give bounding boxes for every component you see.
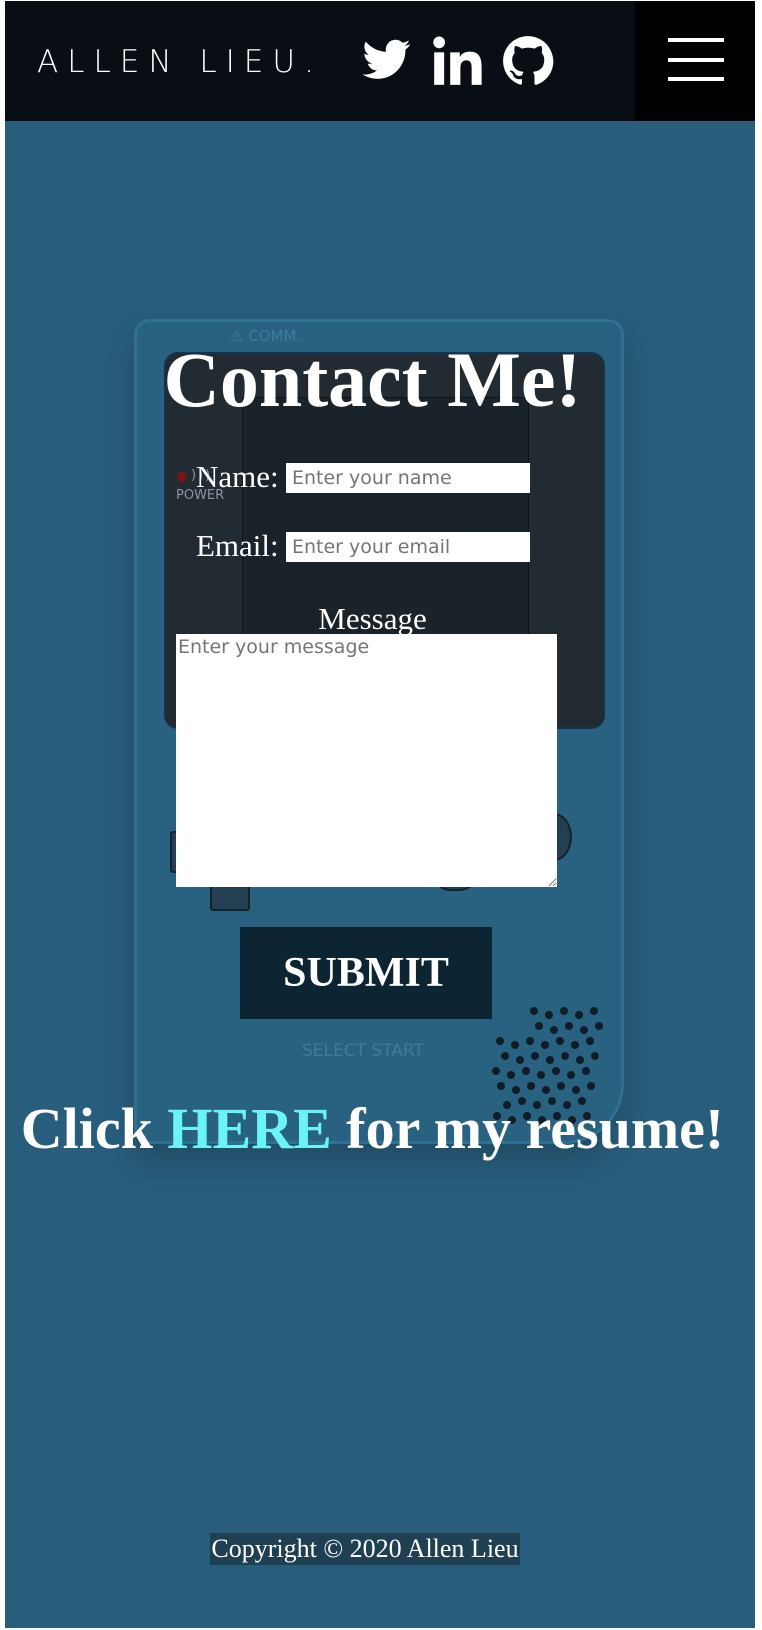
speaker-dot [591,1052,599,1060]
email-input[interactable] [286,532,530,562]
speaker-dot [516,1056,524,1064]
speaker-dot [492,1067,500,1075]
speaker-dot [561,1052,569,1060]
page-frame: ALLEN LIEU. ⚠ COMM.))) POWER SELECT STA… [5,1,755,1628]
speaker-dot [586,1037,594,1045]
speaker-dot [556,1037,564,1045]
speaker-dot [496,1037,504,1045]
speaker-dot [527,1082,535,1090]
menu-line [668,58,724,62]
select-start-label: SELECT START [302,1041,424,1061]
message-textarea[interactable] [176,634,557,887]
speaker-dot [557,1082,565,1090]
name-label: Name: [196,459,279,494]
speaker-dot [507,1071,515,1079]
speaker-dot [537,1071,545,1079]
speaker-dot [522,1067,530,1075]
speaker-dot [552,1067,560,1075]
speaker-dot [550,1026,558,1034]
speaker-dot [580,1026,588,1034]
hamburger-menu-icon[interactable] [635,1,755,121]
resume-callout: Click HERE for my resume! [5,1093,740,1165]
speaker-dot [545,1011,553,1019]
brand-logo[interactable]: ALLEN LIEU. [37,44,323,80]
power-led-icon [177,472,187,482]
speaker-dot [565,1022,573,1030]
email-label: Email: [196,528,279,563]
speaker-dot [501,1052,509,1060]
resume-suffix: for my resume! [331,1096,725,1161]
copyright-footer: Copyright © 2020 Allen Lieu [210,1533,520,1565]
linkedin-icon[interactable] [432,35,484,87]
speaker-dot [590,1007,598,1015]
speaker-dot [531,1052,539,1060]
speaker-dot [541,1041,549,1049]
twitter-icon[interactable] [361,35,413,83]
message-label: Message [318,601,427,636]
speaker-dot [560,1007,568,1015]
resume-link[interactable]: HERE [167,1096,331,1161]
speaker-dot [511,1041,519,1049]
speaker-dot [595,1022,603,1030]
speaker-dot [567,1071,575,1079]
menu-line [668,77,724,81]
name-input[interactable] [286,463,530,493]
speaker-dot [576,1056,584,1064]
speaker-dot [571,1041,579,1049]
submit-button[interactable]: SUBMIT [240,927,492,1019]
speaker-dot [546,1056,554,1064]
speaker-dot [587,1082,595,1090]
speaker-dot [582,1067,590,1075]
speaker-dot [526,1037,534,1045]
github-icon[interactable] [502,35,554,87]
resume-prefix: Click [20,1096,168,1161]
site-header: ALLEN LIEU. [5,1,755,121]
speaker-dot [535,1022,543,1030]
speaker-dot [530,1007,538,1015]
contact-title: Contact Me! [163,336,582,423]
menu-line [668,38,724,42]
speaker-dot [575,1011,583,1019]
speaker-dot [497,1082,505,1090]
